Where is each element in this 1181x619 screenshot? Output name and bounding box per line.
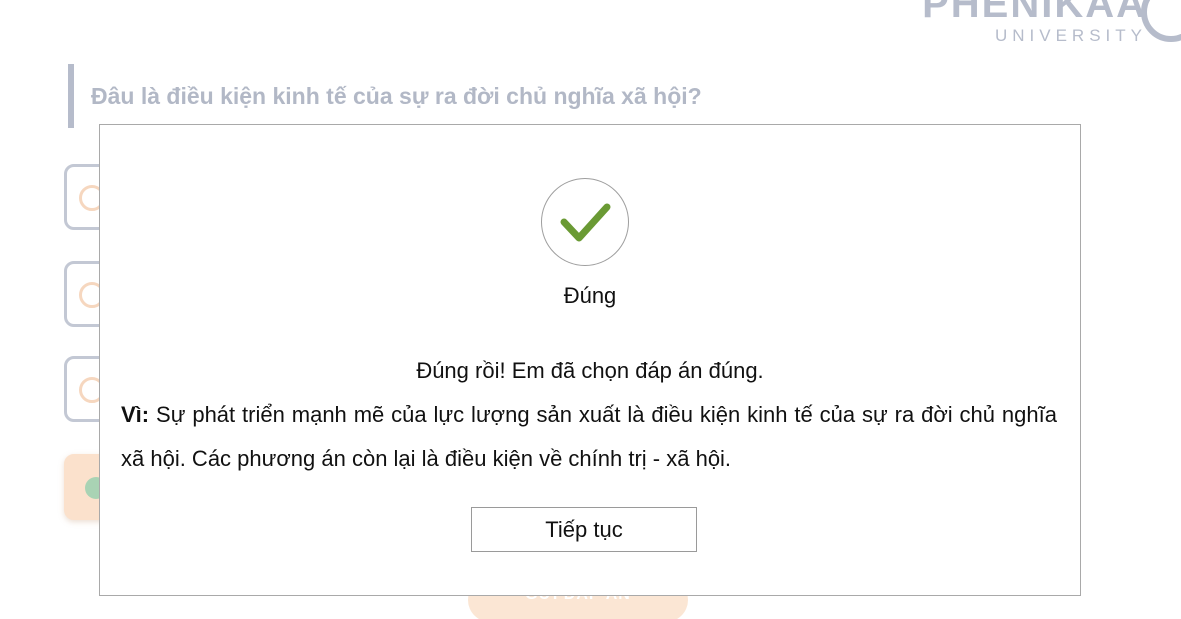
continue-button[interactable]: Tiếp tục [471,507,697,552]
explanation-body: Sự phát triển mạnh mẽ của lực lượng sản … [121,402,1057,471]
logo-name: PHENIKAA [922,0,1147,26]
explanation-lead: Vì: [121,402,150,427]
result-title: Đúng [563,283,617,308]
explanation-text: Vì: Sự phát triển mạnh mẽ của lực lượng … [121,393,1057,481]
quiz-page: PHENIKAA UNIVERSITY Đâu là điều kiện kin… [0,0,1181,619]
question-accent-bar [68,64,74,128]
result-dialog: Đúng Đúng rồi! Em đã chọn đáp án đúng. V… [99,124,1081,596]
logo-subtitle: UNIVERSITY [994,26,1147,45]
result-message: Đúng rồi! Em đã chọn đáp án đúng. [416,358,764,383]
check-mark-icon [560,203,611,242]
university-logo: PHENIKAA UNIVERSITY [921,0,1181,48]
logo-mark-icon [1141,0,1181,42]
check-icon [541,178,629,266]
question-text: Đâu là điều kiện kinh tế của sự ra đời c… [91,83,702,109]
